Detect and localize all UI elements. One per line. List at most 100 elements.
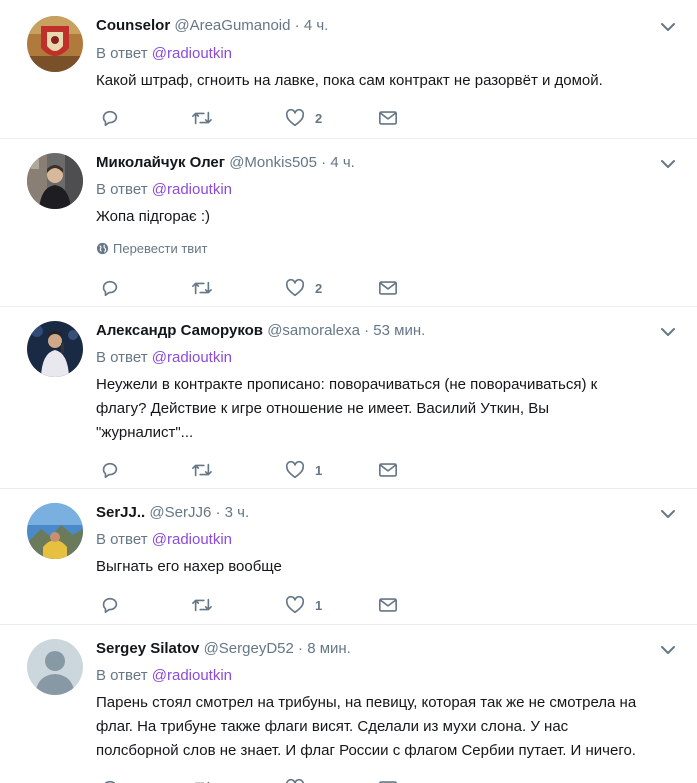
tweet-text: Парень стоял смотрел на трибуны, на певи…: [96, 691, 673, 763]
envelope-icon: [379, 281, 397, 295]
chevron-down-icon[interactable]: [659, 323, 677, 341]
mention-link[interactable]: @radioutkin: [152, 349, 232, 366]
reply-prefix: В ответ: [96, 531, 148, 548]
reply-context: В ответ @radioutkin: [96, 348, 232, 368]
reply-button[interactable]: [100, 594, 120, 616]
tweet-text: Какой штраф, сгноить на лавке, пока сам …: [96, 69, 673, 93]
retweet-icon: [192, 111, 212, 125]
tweet-timestamp[interactable]: 53 мин.: [373, 322, 425, 339]
user-avatar[interactable]: [27, 16, 83, 72]
chevron-down-icon[interactable]: [659, 155, 677, 173]
tweet-text-line: Какой штраф, сгноить на лавке, пока сам …: [96, 72, 603, 89]
tweet-header: Александр Саморуков @samoralexa · 53 мин…: [96, 321, 425, 341]
retweet-button[interactable]: [191, 459, 213, 481]
heart-icon: [285, 595, 305, 614]
like-button[interactable]: 1: [285, 459, 322, 481]
like-count: 2: [315, 110, 323, 126]
user-fullname[interactable]: SerJJ..: [96, 504, 145, 521]
user-handle[interactable]: @AreaGumanoid: [174, 17, 290, 34]
translate-label: Перевести твит: [113, 241, 208, 256]
reply-prefix: В ответ: [96, 181, 148, 198]
tweet-timestamp[interactable]: 3 ч.: [225, 504, 250, 521]
user-fullname[interactable]: Counselor: [96, 17, 170, 34]
tweet-actions: 2: [96, 107, 416, 129]
tweet-header: SerJJ.. @SerJJ6 · 3 ч.: [96, 503, 249, 523]
mention-link[interactable]: @radioutkin: [152, 531, 232, 548]
retweet-icon: [192, 281, 212, 295]
tweet-timestamp[interactable]: 8 мин.: [307, 640, 351, 657]
tweet-actions: 1: [96, 594, 416, 616]
reply-context: В ответ @radioutkin: [96, 44, 232, 64]
separator-dot: ·: [321, 154, 327, 171]
chevron-down-icon[interactable]: [659, 505, 677, 523]
tweet-header: Sergey Silatov @SergeyD52 · 8 мин.: [96, 639, 351, 659]
like-button[interactable]: 1: [285, 594, 322, 616]
retweet-button[interactable]: [191, 777, 213, 783]
reply-context: В ответ @radioutkin: [96, 666, 232, 686]
direct-message-button[interactable]: [378, 594, 398, 616]
tweet[interactable]: Миколайчук Олег @Monkis505 · 4 ч. В отве…: [0, 139, 697, 307]
heart-icon: [285, 278, 305, 297]
direct-message-button[interactable]: [378, 777, 398, 783]
user-avatar[interactable]: [27, 503, 83, 559]
user-avatar[interactable]: [27, 153, 83, 209]
reply-button[interactable]: [100, 777, 120, 783]
globe-icon: [96, 242, 109, 255]
reply-context: В ответ @radioutkin: [96, 530, 232, 550]
reply-button[interactable]: [100, 459, 120, 481]
retweet-button[interactable]: [191, 594, 213, 616]
tweet-text-line: Неужели в контракте прописано: поворачив…: [96, 376, 598, 393]
separator-dot: ·: [215, 504, 221, 521]
reply-icon: [102, 597, 118, 614]
retweet-button[interactable]: [191, 277, 213, 299]
separator-dot: ·: [298, 640, 304, 657]
tweet-text-line: Жопа підгорає :): [96, 208, 211, 225]
user-handle[interactable]: @Monkis505: [229, 154, 317, 171]
tweet-replies-timeline: Counselor @AreaGumanoid · 4 ч. В ответ @…: [0, 0, 697, 783]
tweet-text: Неужели в контракте прописано: поворачив…: [96, 373, 673, 445]
tweet-text: Жопа підгорає :): [96, 205, 673, 229]
tweet-text: Выгнать его нахер вообще: [96, 555, 673, 579]
tweet[interactable]: Sergey Silatov @SergeyD52 · 8 мин. В отв…: [0, 625, 697, 783]
user-fullname[interactable]: Александр Саморуков: [96, 322, 263, 339]
like-button[interactable]: 2: [285, 277, 322, 299]
translate-tweet-link[interactable]: Перевести твит: [96, 240, 207, 258]
user-handle[interactable]: @samoralexa: [267, 322, 360, 339]
direct-message-button[interactable]: [378, 277, 398, 299]
tweet-text-line: полсборной слов не знает. И флаг России …: [96, 742, 636, 759]
user-avatar[interactable]: [27, 639, 83, 695]
tweet-timestamp[interactable]: 4 ч.: [304, 17, 329, 34]
reply-button[interactable]: [100, 107, 120, 129]
user-fullname[interactable]: Миколайчук Олег: [96, 154, 225, 171]
retweet-button[interactable]: [191, 107, 213, 129]
envelope-icon: [379, 781, 397, 783]
user-handle[interactable]: @SerJJ6: [149, 504, 211, 521]
user-avatar[interactable]: [27, 321, 83, 377]
chevron-down-icon[interactable]: [659, 641, 677, 659]
tweet[interactable]: Александр Саморуков @samoralexa · 53 мин…: [0, 307, 697, 489]
user-fullname[interactable]: Sergey Silatov: [96, 640, 199, 657]
mention-link[interactable]: @radioutkin: [152, 667, 232, 684]
tweet-timestamp[interactable]: 4 ч.: [330, 154, 355, 171]
like-button[interactable]: [285, 777, 305, 783]
mention-link[interactable]: @radioutkin: [152, 45, 232, 62]
reply-icon: [104, 780, 116, 783]
reply-icon: [102, 280, 118, 297]
like-button[interactable]: 2: [285, 107, 322, 129]
heart-icon: [285, 460, 305, 479]
tweet[interactable]: SerJJ.. @SerJJ6 · 3 ч. В ответ @radioutk…: [0, 489, 697, 625]
direct-message-button[interactable]: [378, 107, 398, 129]
reply-button[interactable]: [100, 277, 120, 299]
chevron-down-icon[interactable]: [659, 18, 677, 36]
tweet-actions: [96, 777, 416, 783]
tweet-text-line: флаг. На трибуне также флаги висят. Сдел…: [96, 718, 569, 735]
mention-link[interactable]: @radioutkin: [152, 181, 232, 198]
envelope-icon: [379, 111, 397, 125]
direct-message-button[interactable]: [378, 459, 398, 481]
user-handle[interactable]: @SergeyD52: [204, 640, 294, 657]
envelope-icon: [379, 463, 397, 477]
tweet-text-line: Выгнать его нахер вообще: [96, 558, 282, 575]
tweet[interactable]: Counselor @AreaGumanoid · 4 ч. В ответ @…: [0, 0, 697, 139]
tweet-actions: 1: [96, 459, 416, 481]
retweet-icon: [192, 598, 212, 612]
